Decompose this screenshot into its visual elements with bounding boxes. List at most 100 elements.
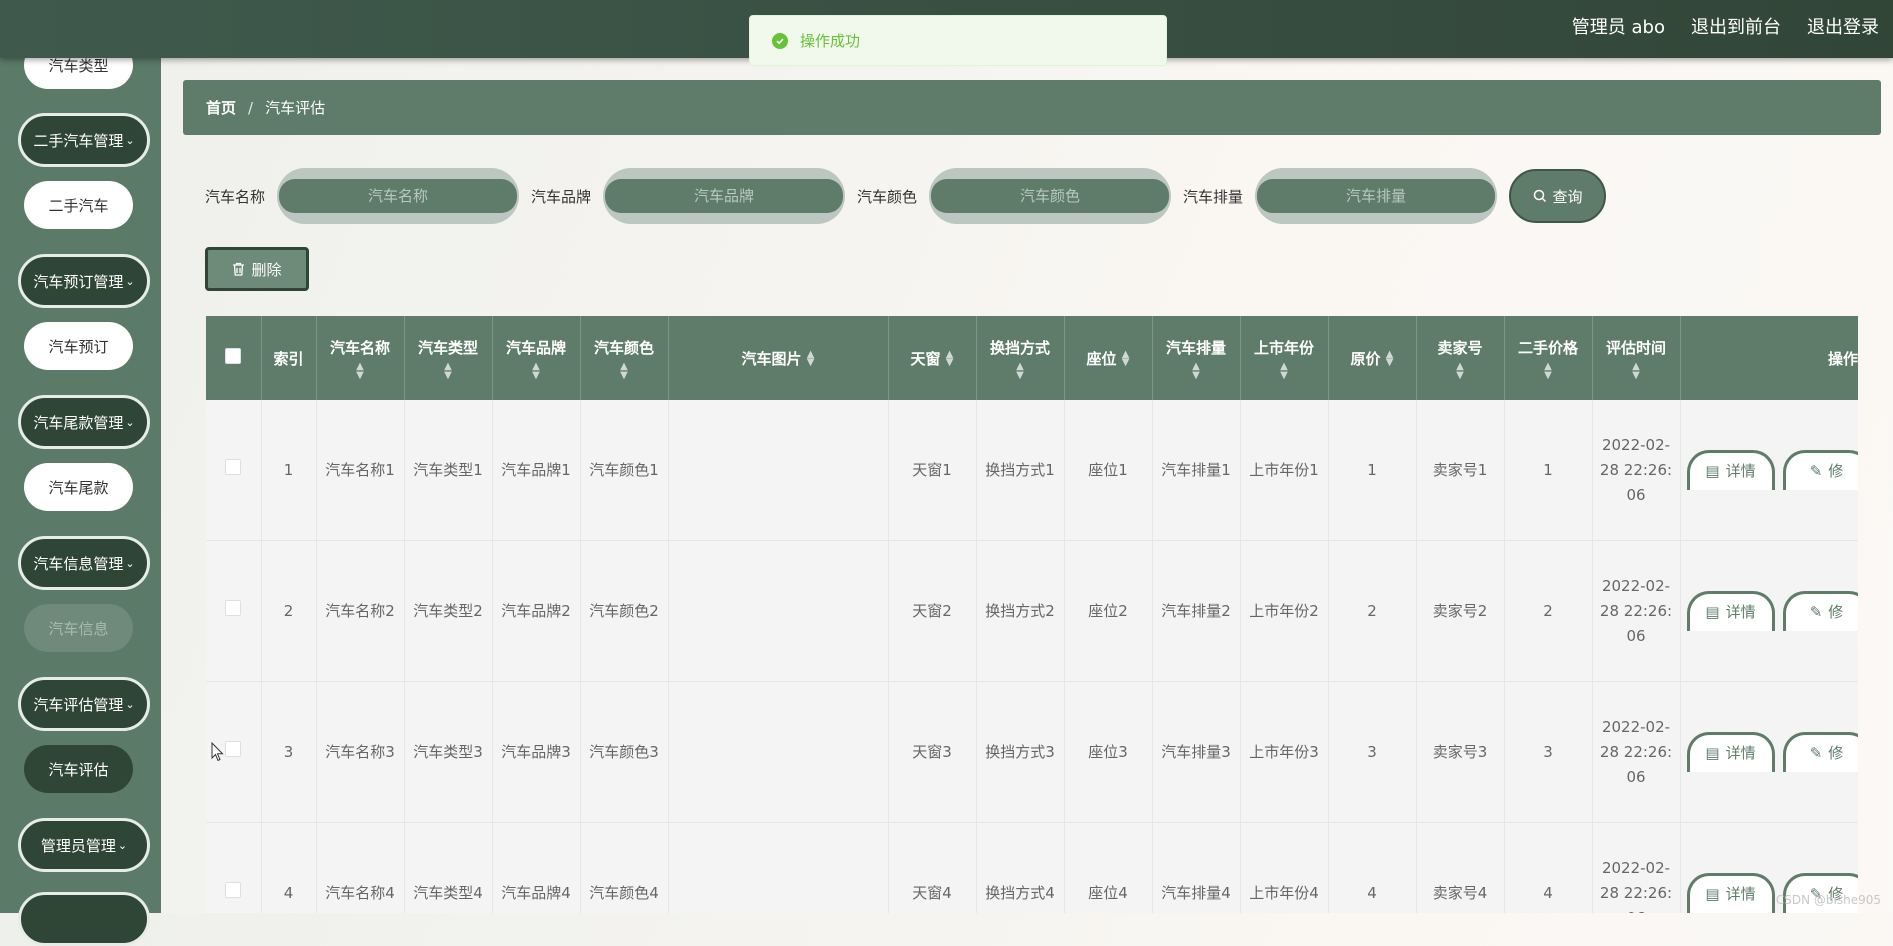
car-color-field xyxy=(929,168,1172,224)
sidebar-item-car-info[interactable]: 汽车信息 xyxy=(24,604,133,652)
sort-icon[interactable]: ▲ ▼ xyxy=(581,361,668,380)
detail-button[interactable]: ▤ 详情 xyxy=(1686,873,1775,913)
sidebar-item-label: 二手汽车 xyxy=(48,196,109,215)
column-header[interactable]: 二手价格 ▲ ▼ xyxy=(1504,316,1593,400)
row-checkbox[interactable] xyxy=(225,740,242,757)
trash-icon xyxy=(233,262,245,276)
breadcrumb-home[interactable]: 首页 xyxy=(206,97,236,118)
cell-name: 汽车名称4 xyxy=(316,822,405,913)
column-header[interactable]: 原价 ▲ ▼ xyxy=(1328,316,1417,400)
sidebar-group-car-info[interactable]: 汽车信息管理 ⌄ xyxy=(18,536,150,590)
sort-icon[interactable]: ▲ ▼ xyxy=(1505,361,1592,380)
column-header[interactable]: 汽车类型 ▲ ▼ xyxy=(404,316,493,400)
column-header[interactable]: 天窗 ▲ ▼ xyxy=(888,316,977,400)
row-select-cell[interactable] xyxy=(206,400,262,541)
sort-icon[interactable]: ▲ ▼ xyxy=(1122,350,1130,368)
sort-icon[interactable]: ▲ ▼ xyxy=(1593,361,1680,380)
column-header[interactable]: 座位 ▲ ▼ xyxy=(1064,316,1153,400)
sort-icon[interactable]: ▲ ▼ xyxy=(977,361,1064,380)
column-header[interactable]: 汽车排量 ▲ ▼ xyxy=(1152,316,1241,400)
row-checkbox[interactable] xyxy=(225,599,242,616)
sidebar-item-label: 汽车信息 xyxy=(48,619,109,638)
select-all-checkbox[interactable] xyxy=(225,348,242,364)
sidebar-item-used-car[interactable]: 二手汽车 xyxy=(24,181,133,229)
sidebar-group-evaluation[interactable]: 汽车评估管理 ⌄ xyxy=(18,677,150,731)
sidebar-item-reservation[interactable]: 汽车预订 xyxy=(24,322,133,370)
detail-button[interactable]: ▤ 详情 xyxy=(1686,591,1775,631)
row-checkbox[interactable] xyxy=(225,458,242,475)
logout-link[interactable]: 退出登录 xyxy=(1807,13,1879,39)
cell-name: 汽车名称2 xyxy=(316,540,405,682)
sort-icon[interactable]: ▲ ▼ xyxy=(1153,361,1240,380)
cell-seat: 座位3 xyxy=(1064,681,1153,823)
detail-button[interactable]: ▤ 详情 xyxy=(1686,450,1775,490)
sort-icon[interactable]: ▲ ▼ xyxy=(807,350,815,368)
edit-button[interactable]: ✎ 修 xyxy=(1782,450,1858,490)
query-button[interactable]: 查询 xyxy=(1509,169,1607,223)
sidebar-group-admin[interactable]: 管理员管理 ⌄ xyxy=(18,818,150,872)
car-brand-input[interactable] xyxy=(605,179,844,213)
sort-icon[interactable]: ▲ ▼ xyxy=(493,361,580,380)
edit-button[interactable]: ✎ 修 xyxy=(1782,732,1858,772)
cell-index: 2 xyxy=(261,540,317,682)
pencil-icon: ✎ xyxy=(1809,603,1823,621)
delete-button-label: 删除 xyxy=(251,260,282,279)
sort-icon[interactable]: ▲ ▼ xyxy=(1417,361,1504,380)
cell-price: 3 xyxy=(1328,681,1417,823)
cell-sunroof: 天窗1 xyxy=(888,400,977,541)
car-color-input[interactable] xyxy=(931,179,1170,213)
sidebar-item-evaluation[interactable]: 汽车评估 xyxy=(24,745,133,793)
pencil-icon: ✎ xyxy=(1809,744,1823,762)
sort-icon[interactable]: ▲ ▼ xyxy=(317,361,404,380)
sort-icon[interactable]: ▲ ▼ xyxy=(946,350,954,368)
document-icon: ▤ xyxy=(1705,603,1720,621)
detail-button[interactable]: ▤ 详情 xyxy=(1686,732,1775,772)
car-brand-label: 汽车品牌 xyxy=(531,187,592,206)
delete-button[interactable]: 删除 xyxy=(205,247,309,291)
sort-icon[interactable]: ▲ ▼ xyxy=(1386,350,1394,368)
sort-icon[interactable]: ▲ ▼ xyxy=(405,361,492,380)
sidebar-item-label: 汽车预订 xyxy=(48,337,109,356)
back-to-front-link[interactable]: 退出到前台 xyxy=(1691,13,1781,39)
cell-seller: 卖家号1 xyxy=(1416,400,1505,541)
column-header[interactable]: 汽车图片 ▲ ▼ xyxy=(668,316,889,400)
cell-type: 汽车类型4 xyxy=(404,822,493,913)
table-row: 1 汽车名称1 汽车类型1 汽车品牌1 汽车颜色1 天窗1 换挡方式1 座位1 … xyxy=(206,400,1858,541)
column-header[interactable]: 汽车名称 ▲ ▼ xyxy=(316,316,405,400)
cell-type: 汽车类型3 xyxy=(404,681,493,823)
cell-gear: 换挡方式3 xyxy=(976,681,1065,823)
column-header[interactable]: 卖家号 ▲ ▼ xyxy=(1416,316,1505,400)
success-toast: 操作成功 xyxy=(749,15,1167,66)
cell-actions: ▤ 详情 ✎ 修 xyxy=(1680,400,1858,541)
row-checkbox[interactable] xyxy=(225,881,242,898)
row-select-cell[interactable] xyxy=(206,540,262,682)
cell-displacement: 汽车排量1 xyxy=(1152,400,1241,541)
table-row: 4 汽车名称4 汽车类型4 汽车品牌4 汽车颜色4 天窗4 换挡方式4 座位4 … xyxy=(206,822,1858,913)
sidebar-group-used-car[interactable]: 二手汽车管理 ⌄ xyxy=(18,113,150,167)
sidebar-group-final-payment[interactable]: 汽车尾款管理 ⌄ xyxy=(18,395,150,449)
cell-image xyxy=(668,681,889,823)
cell-type: 汽车类型2 xyxy=(404,540,493,682)
sidebar-item-final-payment[interactable]: 汽车尾款 xyxy=(24,463,133,511)
cell-brand: 汽车品牌4 xyxy=(492,822,581,913)
column-header[interactable]: 汽车颜色 ▲ ▼ xyxy=(580,316,669,400)
sidebar-group-label: 汽车预订管理 xyxy=(33,272,124,291)
sidebar-group-more[interactable] xyxy=(18,892,150,946)
column-header[interactable]: 上市年份 ▲ ▼ xyxy=(1240,316,1329,400)
column-header[interactable]: 汽车品牌 ▲ ▼ xyxy=(492,316,581,400)
edit-button[interactable]: ✎ 修 xyxy=(1782,591,1858,631)
sidebar-group-label: 二手汽车管理 xyxy=(33,131,124,150)
table-row: 3 汽车名称3 汽车类型3 汽车品牌3 汽车颜色3 天窗3 换挡方式3 座位3 … xyxy=(206,681,1858,823)
row-select-cell[interactable] xyxy=(206,822,262,913)
car-name-input[interactable] xyxy=(279,179,518,213)
car-displacement-input[interactable] xyxy=(1257,179,1496,213)
column-header[interactable]: 换挡方式 ▲ ▼ xyxy=(976,316,1065,400)
car-name-field xyxy=(277,168,520,224)
sidebar-group-reservation[interactable]: 汽车预订管理 ⌄ xyxy=(18,254,150,308)
car-displacement-field xyxy=(1255,168,1498,224)
sort-icon[interactable]: ▲ ▼ xyxy=(1241,361,1328,380)
cell-seat: 座位4 xyxy=(1064,822,1153,913)
select-all-cell[interactable] xyxy=(206,316,262,400)
cell-price: 1 xyxy=(1328,400,1417,541)
column-header[interactable]: 评估时间 ▲ ▼ xyxy=(1592,316,1681,400)
